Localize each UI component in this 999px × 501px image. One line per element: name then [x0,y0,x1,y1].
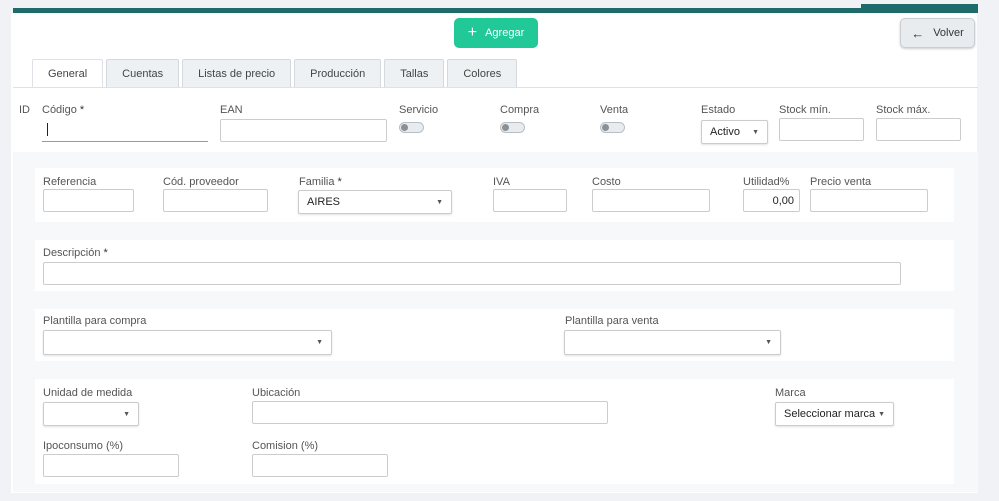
plantilla-compra-label: Plantilla para compra [43,315,147,327]
tab-colores[interactable]: Colores [447,59,518,87]
unidad-label: Unidad de medida [43,387,133,399]
precio-venta-input[interactable] [810,189,928,212]
ubicacion-label: Ubicación [252,387,301,399]
plantilla-compra-select[interactable]: ▼ [43,330,332,355]
familia-select[interactable]: AIRES ▼ [298,190,452,214]
unidad-select[interactable]: ▼ [43,402,139,426]
estado-label: Estado [701,104,736,116]
ubicacion-input[interactable] [252,401,608,424]
caret-down-icon: ▼ [878,411,885,418]
back-button[interactable]: ← Volver [900,18,975,48]
header-tab [861,4,978,13]
caret-down-icon: ▼ [765,339,772,346]
ean-input[interactable] [220,119,387,142]
familia-label: Familia * [299,176,342,188]
cod-proveedor-input[interactable] [163,189,268,212]
tab-cuentas[interactable]: Cuentas [106,59,180,87]
comision-label: Comision (%) [252,440,319,452]
tab-divider [13,87,978,88]
tab-general[interactable]: General [32,59,104,88]
marca-select[interactable]: Seleccionar marca ▼ [775,402,894,426]
costo-label: Costo [592,176,621,188]
utilidad-input[interactable]: 0,00 [743,189,800,212]
plantilla-venta-select[interactable]: ▼ [564,330,781,355]
caret-down-icon: ▼ [436,199,443,206]
compra-toggle[interactable] [500,122,525,133]
id-label: ID [19,104,30,116]
arrow-left-icon: ← [911,25,925,41]
referencia-label: Referencia [43,176,97,188]
text-cursor [47,123,48,136]
iva-label: IVA [493,176,510,188]
codigo-label: Código * [42,104,85,116]
plus-icon: + [467,24,478,41]
ean-label: EAN [220,104,243,116]
precio-venta-label: Precio venta [810,176,872,188]
add-button-label: Agregar [485,27,525,39]
referencia-input[interactable] [43,189,134,212]
tab-listas-precio[interactable]: Listas de precio [182,59,292,87]
stock-min-label: Stock mín. [779,104,831,116]
descripcion-label: Descripción * [43,247,108,259]
caret-down-icon: ▼ [752,129,759,136]
back-button-label: Volver [933,27,964,39]
tab-produccion[interactable]: Producción [294,59,382,87]
plantilla-venta-label: Plantilla para venta [565,315,659,327]
tab-tallas[interactable]: Tallas [384,59,445,87]
marca-value: Seleccionar marca [784,408,876,420]
costo-input[interactable] [592,189,710,212]
estado-select[interactable]: Activo ▼ [701,120,768,144]
add-button[interactable]: + Agregar [454,18,538,48]
compra-label: Compra [500,104,540,116]
stock-max-input[interactable] [876,118,961,141]
venta-label: Venta [600,104,629,116]
ipoconsumo-input[interactable] [43,454,179,477]
iva-input[interactable] [493,189,567,212]
cod-proveedor-label: Cód. proveedor [163,176,239,188]
ipoconsumo-label: Ipoconsumo (%) [43,440,124,452]
servicio-label: Servicio [399,104,439,116]
caret-down-icon: ▼ [123,411,130,418]
caret-down-icon: ▼ [316,339,323,346]
comision-input[interactable] [252,454,388,477]
familia-value: AIRES [307,196,341,208]
estado-value: Activo [710,126,740,138]
stock-max-label: Stock máx. [876,104,931,116]
marca-label: Marca [775,387,806,399]
descripcion-input[interactable] [43,262,901,285]
tab-bar: General Cuentas Listas de precio Producc… [32,59,520,88]
utilidad-label: Utilidad% [743,176,790,188]
stock-min-input[interactable] [779,118,864,141]
venta-toggle[interactable] [600,122,625,133]
codigo-input[interactable] [42,119,208,142]
servicio-toggle[interactable] [399,122,424,133]
